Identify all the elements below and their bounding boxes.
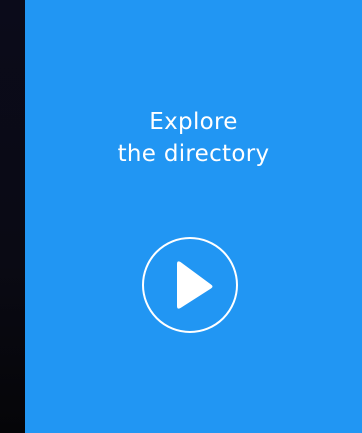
card-title-line-2: the directory xyxy=(117,141,270,167)
play-icon xyxy=(177,261,213,309)
directory-promo-card[interactable]: Explore the directory xyxy=(25,0,362,433)
card-title-line-1: Explore xyxy=(149,109,238,135)
play-button[interactable] xyxy=(142,237,238,333)
card-title: Explore the directory xyxy=(25,106,362,170)
